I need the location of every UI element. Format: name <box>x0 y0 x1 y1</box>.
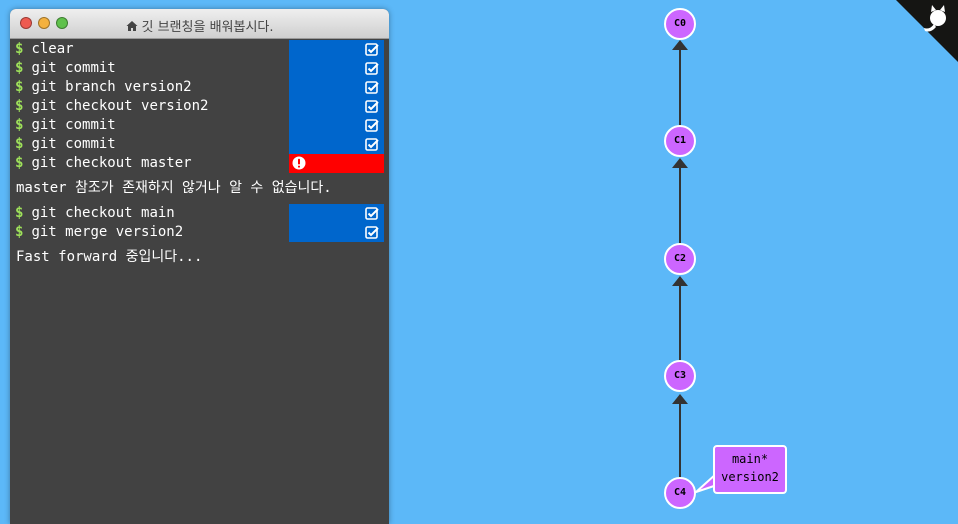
commit-node-c3[interactable]: C3 <box>664 360 696 392</box>
octocat-icon[interactable] <box>896 0 958 62</box>
commit-edge <box>679 48 681 126</box>
commit-node-c4[interactable]: C4 <box>664 477 696 509</box>
git-tree: C0 C1 C2 C3 C4 main* version2 <box>0 0 958 516</box>
commit-edge <box>679 284 681 362</box>
edge-arrowhead <box>672 40 688 50</box>
edge-arrowhead <box>672 394 688 404</box>
branch-name-version2: version2 <box>721 470 779 484</box>
commit-edge <box>679 166 681 244</box>
commit-node-c1[interactable]: C1 <box>664 125 696 157</box>
edge-arrowhead <box>672 276 688 286</box>
branch-label[interactable]: main* version2 <box>713 445 787 494</box>
commit-node-c2[interactable]: C2 <box>664 243 696 275</box>
branch-name-main: main* <box>731 452 769 466</box>
edge-arrowhead <box>672 158 688 168</box>
commit-node-c0[interactable]: C0 <box>664 8 696 40</box>
commit-edge <box>679 402 681 480</box>
